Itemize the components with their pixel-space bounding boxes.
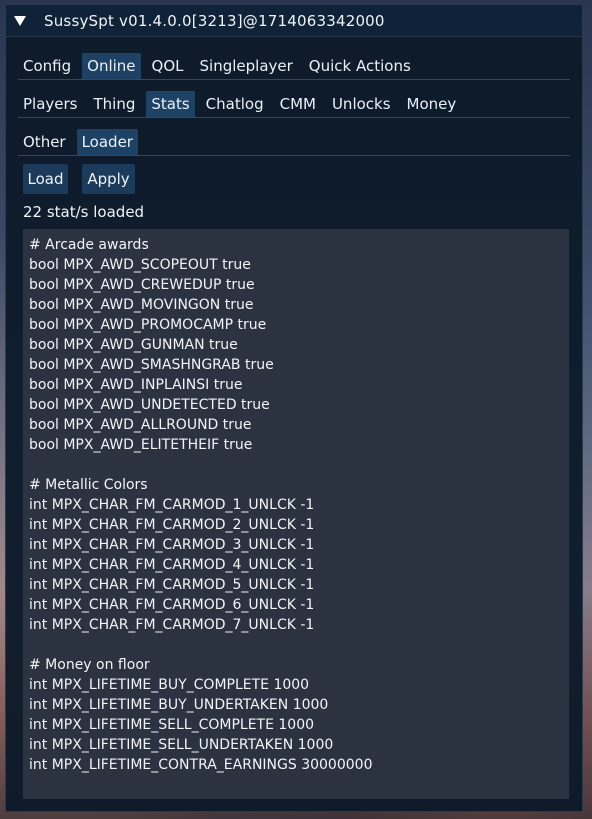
editor-line: int MPX_LIFETIME_BUY_UNDERTAKEN 1000	[29, 697, 329, 713]
editor-line: int MPX_CHAR_FM_CARMOD_6_UNLCK -1	[29, 597, 315, 613]
editor-line: bool MPX_AWD_PROMOCAMP true	[29, 317, 267, 333]
editor-line: int MPX_LIFETIME_CONTRA_EARNINGS 3000000…	[29, 757, 373, 773]
tab-players[interactable]: Players	[18, 91, 83, 117]
editor-line: int MPX_CHAR_FM_CARMOD_4_UNLCK -1	[29, 557, 315, 573]
editor-line: # Money on floor	[29, 657, 150, 673]
editor-line: int MPX_CHAR_FM_CARMOD_2_UNLCK -1	[29, 517, 315, 533]
collapse-triangle-icon[interactable]	[14, 16, 26, 26]
stats-tab-bar: Other Loader	[18, 129, 570, 156]
editor-line: # Arcade awards	[29, 237, 149, 253]
editor-line: bool MPX_AWD_CREWEDUP true	[29, 277, 255, 293]
tab-loader[interactable]: Loader	[76, 129, 138, 155]
editor-line: bool MPX_AWD_INPLAINSI true	[29, 377, 243, 393]
editor-line: int MPX_CHAR_FM_CARMOD_1_UNLCK -1	[29, 497, 315, 513]
editor-line: int MPX_CHAR_FM_CARMOD_5_UNLCK -1	[29, 577, 315, 593]
tab-singleplayer[interactable]: Singleplayer	[195, 53, 298, 79]
editor-line: bool MPX_AWD_SMASHNGRAB true	[29, 357, 274, 373]
tab-other[interactable]: Other	[18, 129, 71, 155]
editor-line: int MPX_LIFETIME_SELL_COMPLETE 1000	[29, 717, 315, 733]
editor-line: bool MPX_AWD_UNDETECTED true	[29, 397, 270, 413]
tab-chatlog[interactable]: Chatlog	[201, 91, 269, 117]
tab-stats[interactable]: Stats	[146, 91, 195, 117]
tab-qol[interactable]: QOL	[147, 53, 189, 79]
editor-line: bool MPX_AWD_MOVINGON true	[29, 297, 254, 313]
online-tab-bar: Players Thing Stats Chatlog CMM Unlocks Money	[18, 91, 570, 118]
editor-line: # Metallic Colors	[29, 477, 148, 493]
editor-line: int MPX_LIFETIME_SELL_UNDERTAKEN 1000	[29, 737, 334, 753]
editor-line: int MPX_LIFETIME_BUY_COMPLETE 1000	[29, 677, 310, 693]
menu-window: SussySpt v01.4.0.0[3213]@1714063342000 C…	[5, 4, 583, 812]
tab-unlocks[interactable]: Unlocks	[327, 91, 396, 117]
window-title: SussySpt v01.4.0.0[3213]@1714063342000	[44, 11, 385, 30]
editor-line: bool MPX_AWD_ELITETHEIF true	[29, 437, 253, 453]
tab-money[interactable]: Money	[402, 91, 462, 117]
status-text: 22 stat/s loaded	[23, 203, 145, 221]
tab-cmm[interactable]: CMM	[275, 91, 321, 117]
editor-line: bool MPX_AWD_ALLROUND true	[29, 417, 252, 433]
stats-text-editor[interactable]: # Arcade awards bool MPX_AWD_SCOPEOUT tru…	[23, 229, 569, 799]
apply-button[interactable]: Apply	[82, 164, 135, 194]
editor-line: int MPX_CHAR_FM_CARMOD_3_UNLCK -1	[29, 537, 315, 553]
tab-quick-actions[interactable]: Quick Actions	[304, 53, 416, 79]
load-button[interactable]: Load	[23, 164, 68, 194]
editor-line: bool MPX_AWD_GUNMAN true	[29, 337, 238, 353]
title-bar[interactable]: SussySpt v01.4.0.0[3213]@1714063342000	[6, 5, 582, 37]
main-tab-bar: Config Online QOL Singleplayer Quick Actions	[18, 53, 570, 80]
editor-line: bool MPX_AWD_SCOPEOUT true	[29, 257, 251, 273]
tab-online[interactable]: Online	[82, 53, 141, 79]
editor-line: int MPX_CHAR_FM_CARMOD_7_UNLCK -1	[29, 617, 315, 633]
tab-thing[interactable]: Thing	[89, 91, 141, 117]
tab-config[interactable]: Config	[18, 53, 76, 79]
